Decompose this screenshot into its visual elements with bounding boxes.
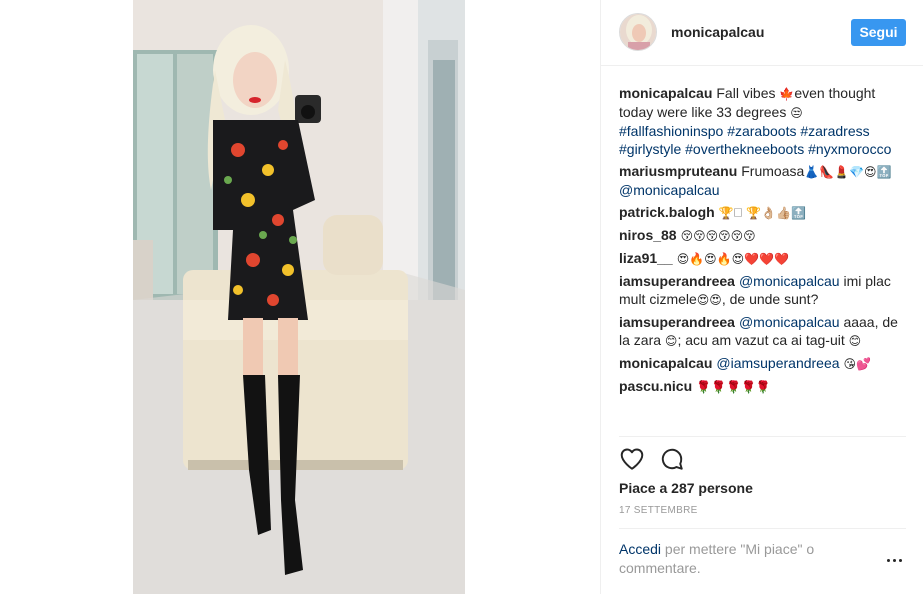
comment-username[interactable]: niros_88 bbox=[619, 227, 677, 243]
comment-item: liza91__ 😍🔥😍🔥😍❤️❤️❤️ bbox=[619, 249, 909, 268]
login-to-comment: Accedi per mettere "Mi piace" o commenta… bbox=[619, 540, 859, 578]
heart-icon[interactable] bbox=[619, 446, 645, 472]
more-options-icon[interactable] bbox=[887, 558, 903, 564]
comment-emoji-3: 😊 bbox=[848, 334, 862, 348]
avatar-image bbox=[620, 14, 656, 50]
post-header: monicapalcau Segui bbox=[601, 0, 923, 66]
divider bbox=[619, 528, 906, 529]
comment-item: monicapalcau @iamsuperandreea 😘💕 bbox=[619, 354, 909, 373]
comment-item: iamsuperandreea @monicapalcau imi plac mu… bbox=[619, 272, 909, 309]
comment-emoji: 😚😚😚😚😚😚 bbox=[680, 229, 756, 243]
hashtag[interactable]: #fallfashioninspo bbox=[619, 123, 723, 139]
caption-username[interactable]: monicapalcau bbox=[619, 85, 712, 101]
caption-emoji-1: 🍁 bbox=[779, 87, 795, 101]
comment-emoji: 😍🔥😍🔥😍❤️❤️❤️ bbox=[676, 252, 789, 266]
comment-item: patrick.balogh 🏆🗆 🏆👌🏼👍🏼🔝 bbox=[619, 203, 909, 222]
avatar[interactable] bbox=[619, 13, 657, 51]
hashtag[interactable]: #girlystyle bbox=[619, 141, 681, 157]
comment-mention[interactable]: @iamsuperandreea bbox=[716, 355, 839, 371]
login-link[interactable]: Accedi bbox=[619, 541, 661, 557]
comment-text-2: ; acu am vazut ca ai tag-uit bbox=[677, 332, 849, 348]
comment-item: niros_88 😚😚😚😚😚😚 bbox=[619, 226, 909, 245]
comment-icon[interactable] bbox=[659, 446, 685, 472]
caption-text-1: Fall vibes bbox=[716, 85, 780, 101]
comment-username[interactable]: liza91__ bbox=[619, 250, 673, 266]
comment-item: mariusmpruteanu Frumoasa👗👠💄💎😍🔝 @monicapal… bbox=[619, 162, 909, 199]
comment-username[interactable]: iamsuperandreea bbox=[619, 314, 735, 330]
comment-mention[interactable]: @monicapalcau bbox=[739, 314, 840, 330]
comment-item: iamsuperandreea @monicapalcau aaaa, de la… bbox=[619, 313, 909, 350]
follow-button[interactable]: Segui bbox=[851, 19, 906, 46]
post-photo[interactable] bbox=[133, 0, 465, 594]
comment-text-2: , de unde sunt? bbox=[721, 291, 819, 307]
comment-emoji: 😊 bbox=[664, 334, 678, 348]
post-side-panel: monicapalcau Segui monicapalcau Fall vibe… bbox=[600, 0, 923, 594]
comment-username[interactable]: patrick.balogh bbox=[619, 204, 715, 220]
header-username[interactable]: monicapalcau bbox=[671, 24, 764, 40]
comment-emoji: 🏆🗆 🏆👌🏼👍🏼🔝 bbox=[718, 206, 806, 220]
comment-emoji: 😘💕 bbox=[843, 357, 871, 371]
comment-username[interactable]: iamsuperandreea bbox=[619, 273, 735, 289]
comment-mention[interactable]: @monicapalcau bbox=[739, 273, 840, 289]
post-date[interactable]: 17 SETTEMBRE bbox=[619, 505, 698, 516]
divider bbox=[619, 436, 906, 437]
photo-illustration bbox=[133, 0, 465, 594]
comment-item: pascu.nicu 🌹🌹🌹🌹🌹 bbox=[619, 377, 909, 396]
comment-username[interactable]: mariusmpruteanu bbox=[619, 163, 737, 179]
comment-list[interactable]: monicapalcau Fall vibes 🍁even thought tod… bbox=[619, 84, 909, 436]
hashtag[interactable]: #nyxmorocco bbox=[808, 141, 891, 157]
caption-emoji-2: 😒 bbox=[790, 106, 803, 120]
comment-username[interactable]: pascu.nicu bbox=[619, 378, 692, 394]
likes-count[interactable]: Piace a 287 persone bbox=[619, 480, 753, 496]
hashtag[interactable]: #zaradress bbox=[800, 123, 869, 139]
comment-emoji: 🌹🌹🌹🌹🌹 bbox=[696, 380, 771, 394]
comment-emoji: 👗👠💄💎😍🔝 bbox=[804, 165, 892, 179]
hashtag[interactable]: #zaraboots bbox=[727, 123, 796, 139]
caption: monicapalcau Fall vibes 🍁even thought tod… bbox=[619, 84, 909, 158]
comment-emoji: 😍😍 bbox=[696, 293, 722, 307]
hashtag[interactable]: #overthekneeboots bbox=[685, 141, 804, 157]
comment-text: Frumoasa bbox=[741, 163, 805, 179]
comment-mention[interactable]: @monicapalcau bbox=[619, 182, 720, 198]
comment-username[interactable]: monicapalcau bbox=[619, 355, 712, 371]
